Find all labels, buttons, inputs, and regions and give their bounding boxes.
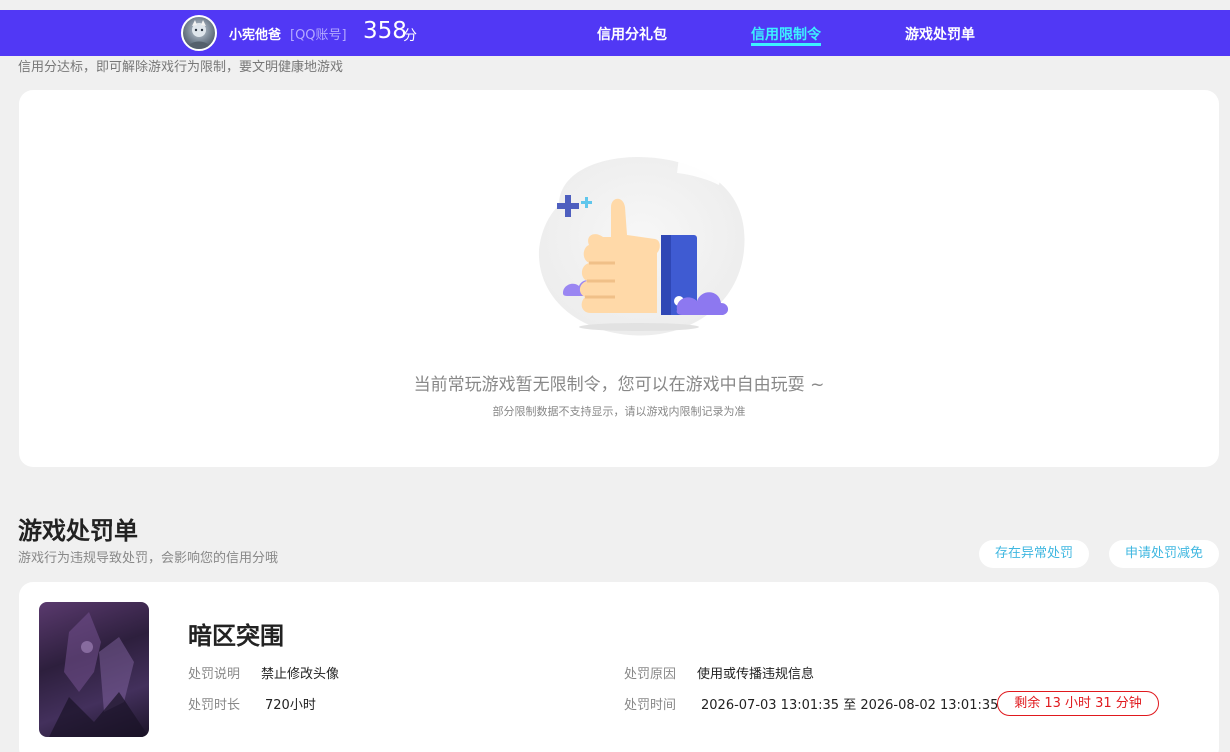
avatar-image-icon [187, 20, 211, 49]
empty-state-title: 当前常玩游戏暂无限制令，您可以在游戏中自由玩耍 ~ [413, 375, 825, 395]
credit-score-unit: 分 [403, 28, 417, 44]
restriction-card: 当前常玩游戏暂无限制令，您可以在游戏中自由玩耍 ~ 部分限制数据不支持显示，请以… [19, 90, 1219, 467]
penalty-reason-value: 使用或传播违规信息 [697, 667, 815, 682]
user-name: 小宪他爸 [229, 28, 282, 43]
header-bar: 小宪他爸 [QQ账号] 358 分 信用分礼包 信用限制令 游戏处罚单 [0, 10, 1230, 56]
restriction-note: 信用分达标，即可解除游戏行为限制，要文明健康地游戏 [18, 60, 344, 75]
avatar[interactable] [181, 15, 217, 51]
thumbs-up-icon [538, 157, 745, 336]
penalty-reason-label: 处罚原因 [624, 667, 677, 682]
page: 小宪他爸 [QQ账号] 358 分 信用分礼包 信用限制令 游戏处罚单 信用分达… [0, 0, 1230, 752]
tab-credit-gift[interactable]: 信用分礼包 [597, 24, 667, 44]
penalty-item-card[interactable]: 暗区突围 处罚说明 禁止修改头像 处罚时长 720小时 处罚原因 使用或传播违规… [19, 582, 1219, 752]
top-strip [0, 0, 1230, 10]
penalty-time-label: 处罚时间 [624, 698, 677, 713]
credit-score: 358 [363, 18, 407, 44]
penalty-duration-value: 720小时 [265, 698, 316, 713]
tab-credit-restriction[interactable]: 信用限制令 [751, 24, 821, 44]
game-cover-image [39, 602, 149, 737]
abnormal-penalty-button[interactable]: 存在异常处罚 [979, 540, 1089, 568]
penalty-desc-label: 处罚说明 [188, 667, 241, 682]
game-name: 暗区突围 [188, 622, 284, 650]
empty-state-subtitle: 部分限制数据不支持显示，请以游戏内限制记录为准 [492, 405, 746, 418]
penalty-section-description: 游戏行为违规导致处罚，会影响您的信用分哦 [18, 551, 279, 566]
penalty-section-title: 游戏处罚单 [18, 517, 138, 545]
game-artwork-icon [49, 612, 149, 737]
active-tab-indicator [751, 43, 821, 46]
apply-reduction-button[interactable]: 申请处罚减免 [1109, 540, 1219, 568]
remaining-time-badge: 剩余 13 小时 31 分钟 [997, 691, 1159, 716]
penalty-desc-value: 禁止修改头像 [261, 667, 340, 682]
account-type: [QQ账号] [290, 28, 347, 43]
tab-game-penalty[interactable]: 游戏处罚单 [905, 24, 975, 44]
penalty-duration-label: 处罚时长 [188, 698, 241, 713]
penalty-time-value: 2026-07-03 13:01:35 至 2026-08-02 13:01:3… [701, 698, 999, 713]
